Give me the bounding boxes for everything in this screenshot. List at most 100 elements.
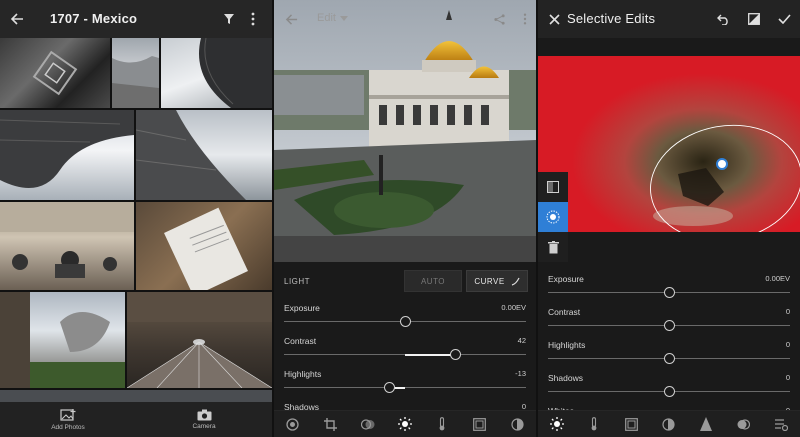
slider-track[interactable]: [548, 386, 790, 397]
slider-shadows: Shadows 0: [538, 369, 800, 402]
more-vertical-icon[interactable]: [240, 0, 266, 38]
slider-exposure: Exposure 0.00EV: [538, 270, 800, 303]
mask-tools: [538, 172, 568, 262]
add-photos-label: Add Photos: [51, 423, 85, 431]
edit-photo-canvas[interactable]: [274, 0, 536, 262]
check-icon[interactable]: [771, 0, 797, 38]
add-photos-icon: [60, 408, 76, 421]
selective-header: Selective Edits: [538, 0, 800, 38]
light-icon[interactable]: [548, 415, 566, 433]
slider-label: Exposure: [284, 303, 320, 313]
slider-thumb[interactable]: [663, 386, 675, 397]
slider-label: Shadows: [548, 373, 583, 383]
effects-icon[interactable]: [471, 415, 489, 433]
slider-label: Contrast: [548, 307, 581, 317]
slider-thumb[interactable]: [383, 382, 395, 393]
slider-track[interactable]: [548, 320, 790, 331]
edit-mode-label: Edit: [317, 12, 336, 24]
curve-icon: [511, 277, 520, 286]
slider-label: Highlights: [284, 369, 322, 379]
photo-thumbnail[interactable]: [112, 38, 159, 108]
color-temp-icon[interactable]: [585, 415, 603, 433]
library-action-bar: Add Photos Camera: [0, 402, 272, 437]
radial-gradient-icon[interactable]: [538, 202, 568, 232]
effects-icon[interactable]: [623, 415, 641, 433]
edit-header: Edit: [274, 0, 536, 38]
photo-thumbnail[interactable]: [0, 38, 110, 108]
slider-thumb[interactable]: [663, 353, 675, 364]
slider-label: Contrast: [284, 336, 317, 346]
photo-thumbnail[interactable]: [161, 38, 272, 108]
arrow-left-icon[interactable]: [4, 0, 30, 38]
profiles-icon[interactable]: [359, 415, 377, 433]
library-header: 1707 - Mexico: [0, 0, 272, 38]
detail-icon[interactable]: [660, 415, 678, 433]
photo-thumbnail[interactable]: [127, 292, 272, 388]
slider-value: 0: [785, 340, 790, 349]
section-label: LIGHT: [284, 277, 311, 286]
slider-thumb[interactable]: [399, 316, 411, 327]
selective-photo-canvas[interactable]: [538, 56, 800, 232]
slider-value: 0.00EV: [501, 303, 526, 312]
light-icon[interactable]: [396, 415, 414, 433]
delete-icon[interactable]: [538, 232, 568, 262]
arrow-left-icon[interactable]: [278, 0, 304, 38]
chevron-down-icon: [339, 15, 348, 21]
slider-label: Exposure: [548, 274, 584, 284]
slider-track[interactable]: [548, 287, 790, 298]
crop-icon[interactable]: [321, 415, 339, 433]
compare-icon[interactable]: [741, 0, 767, 38]
add-photos-button[interactable]: Add Photos: [0, 402, 136, 437]
slider-exposure: Exposure 0.00EV: [274, 299, 536, 332]
camera-button[interactable]: Camera: [136, 402, 272, 437]
slider-track[interactable]: [284, 349, 526, 360]
light-section-header: LIGHT AUTO CURVE: [274, 266, 536, 296]
edit-mode-dropdown[interactable]: Edit: [317, 12, 348, 24]
edit-toolbar: [274, 410, 536, 437]
curve-button[interactable]: CURVE: [466, 270, 528, 292]
photo-grid: [0, 38, 272, 402]
geometry-icon[interactable]: [735, 415, 753, 433]
slider-thumb[interactable]: [663, 287, 675, 298]
slider-highlights: Highlights 0: [538, 336, 800, 369]
photo-thumbnail[interactable]: [0, 110, 134, 200]
photo-thumbnail[interactable]: [0, 202, 134, 290]
slider-thumb[interactable]: [450, 349, 462, 360]
linear-gradient-icon[interactable]: [538, 172, 568, 202]
album-title: 1707 - Mexico: [50, 11, 138, 26]
slider-contrast: Contrast 0: [538, 303, 800, 336]
detail-icon[interactable]: [508, 415, 526, 433]
slider-track[interactable]: [284, 316, 526, 327]
selective-toolbar: [538, 410, 800, 437]
camera-icon: [197, 409, 211, 421]
filter-icon[interactable]: [216, 0, 242, 38]
slider-value: -13: [515, 369, 526, 378]
mask-icon[interactable]: [697, 415, 715, 433]
more-vertical-icon[interactable]: [512, 0, 536, 38]
slider-value: 0.00EV: [765, 274, 790, 283]
library-panel: 1707 - Mexico Add Photos Camera: [0, 0, 272, 437]
undo-icon[interactable]: [710, 0, 736, 38]
slider-track[interactable]: [548, 353, 790, 364]
slider-value: 0: [785, 307, 790, 316]
slider-thumb[interactable]: [663, 320, 675, 331]
slider-highlights: Highlights -13: [274, 365, 536, 398]
reset-icon[interactable]: [772, 415, 790, 433]
slider-value: 0: [785, 373, 790, 382]
color-temp-icon[interactable]: [433, 415, 451, 433]
curve-label: CURVE: [474, 276, 505, 286]
share-icon[interactable]: [486, 0, 512, 38]
slider-label: Highlights: [548, 340, 586, 350]
selective-title: Selective Edits: [567, 11, 656, 26]
photo-thumbnail[interactable]: [0, 292, 125, 388]
slider-fill: [405, 353, 456, 356]
close-icon[interactable]: [541, 0, 567, 38]
photo-thumbnail[interactable]: [0, 390, 272, 402]
presets-icon[interactable]: [284, 415, 302, 433]
photo-thumbnail[interactable]: [136, 202, 272, 290]
slider-track[interactable]: [284, 382, 526, 393]
photo-thumbnail[interactable]: [136, 110, 272, 200]
slider-value: 42: [517, 336, 526, 345]
edit-panel: Edit LIGHT AUTO CURVE Exposure 0.00EV Cont…: [274, 0, 536, 437]
auto-button[interactable]: AUTO: [404, 270, 462, 292]
